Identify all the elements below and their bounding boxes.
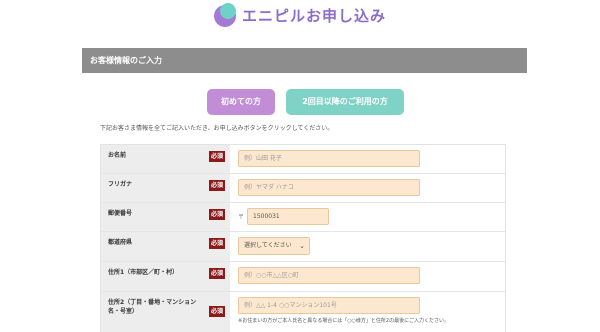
required-badge: 必須 [208,151,225,162]
form-row-name: お名前 必須 例）山田 花子 [101,145,505,174]
zip-input[interactable]: 1500031 [247,208,330,225]
required-badge: 必須 [208,306,225,317]
field-cell: 例）ヤマダ ハナコ [230,174,505,202]
field-cell: 選択してください ⌄ [230,232,505,261]
brand-header: エニピルお申し込み [0,3,600,28]
address1-input[interactable]: 例）○○市△△区○町 [238,267,420,284]
name-input[interactable]: 例）山田 花子 [238,150,420,167]
field-label: 住所1（市部区／町・村） [108,269,179,276]
field-label: フリガナ [108,181,133,188]
field-cell: 〒 1500031 [230,203,505,231]
zip-wrap: 〒 1500031 [238,208,497,225]
field-label: お名前 [108,152,127,159]
required-badge: 必須 [208,238,225,249]
field-label-cell: フリガナ 必須 [101,174,230,202]
form-row-zip: 郵便番号 必須 〒 1500031 [101,203,505,232]
field-label-cell: 郵便番号 必須 [101,203,230,231]
brand-logo-icon [213,3,236,27]
field-label-cell: 住所2（丁目・番地・マンション名・号室） 必須 [101,292,230,332]
field-cell: 例）○○市△△区○町 [230,262,505,291]
field-label: 住所2（丁目・番地・マンション名・号室） [108,299,197,315]
form-row-kana: フリガナ 必須 例）ヤマダ ハナコ [101,174,505,203]
brand-title: エニピルお申し込み [241,7,386,25]
address2-input[interactable]: 例）△△ 1-4 ○○マンション101号 [238,297,420,314]
address-note: ※お住まいの方がご本人氏名と異なる場合には「○○様方」と住所2の最後にご入力くだ… [238,318,450,324]
chevron-down-icon: ⌄ [299,242,305,250]
field-label-cell: 住所1（市部区／町・村） 必須 [101,262,230,291]
tab-returning[interactable]: 2回目以降のご利用の方 [286,89,404,115]
field-label: 郵便番号 [108,210,133,217]
required-badge: 必須 [208,268,225,279]
form-row-prefecture: 都道府県 必須 選択してください ⌄ [101,232,505,262]
tab-first-time[interactable]: 初めての方 [207,89,275,115]
field-label-cell: お名前 必須 [101,145,230,173]
field-label: 都道府県 [108,239,133,246]
prefecture-select[interactable]: 選択してください ⌄ [238,237,310,255]
instructions-text: 下記お客さま情報を全てご記入いただき、お申し込みボタンをクリックしてください。 [100,125,334,132]
form-row-address1: 住所1（市部区／町・村） 必須 例）○○市△△区○町 [101,262,505,292]
required-badge: 必須 [208,180,225,191]
required-badge: 必須 [208,209,225,220]
field-cell: 例）△△ 1-4 ○○マンション101号 ※お住まいの方がご本人氏名と異なる場合… [230,292,505,332]
prefecture-selected: 選択してください [244,242,292,249]
customer-form: お名前 必須 例）山田 花子 フリガナ 必須 例）ヤマダ ハナコ 郵便番号 必須… [100,144,506,332]
postal-mark-icon: 〒 [238,214,245,221]
kana-input[interactable]: 例）ヤマダ ハナコ [238,179,420,196]
field-label-cell: 都道府県 必須 [101,232,230,261]
form-row-address2: 住所2（丁目・番地・マンション名・号室） 必須 例）△△ 1-4 ○○マンション… [101,292,505,332]
section-title: お客様情報のご入力 [82,48,527,73]
field-cell: 例）山田 花子 [230,145,505,173]
